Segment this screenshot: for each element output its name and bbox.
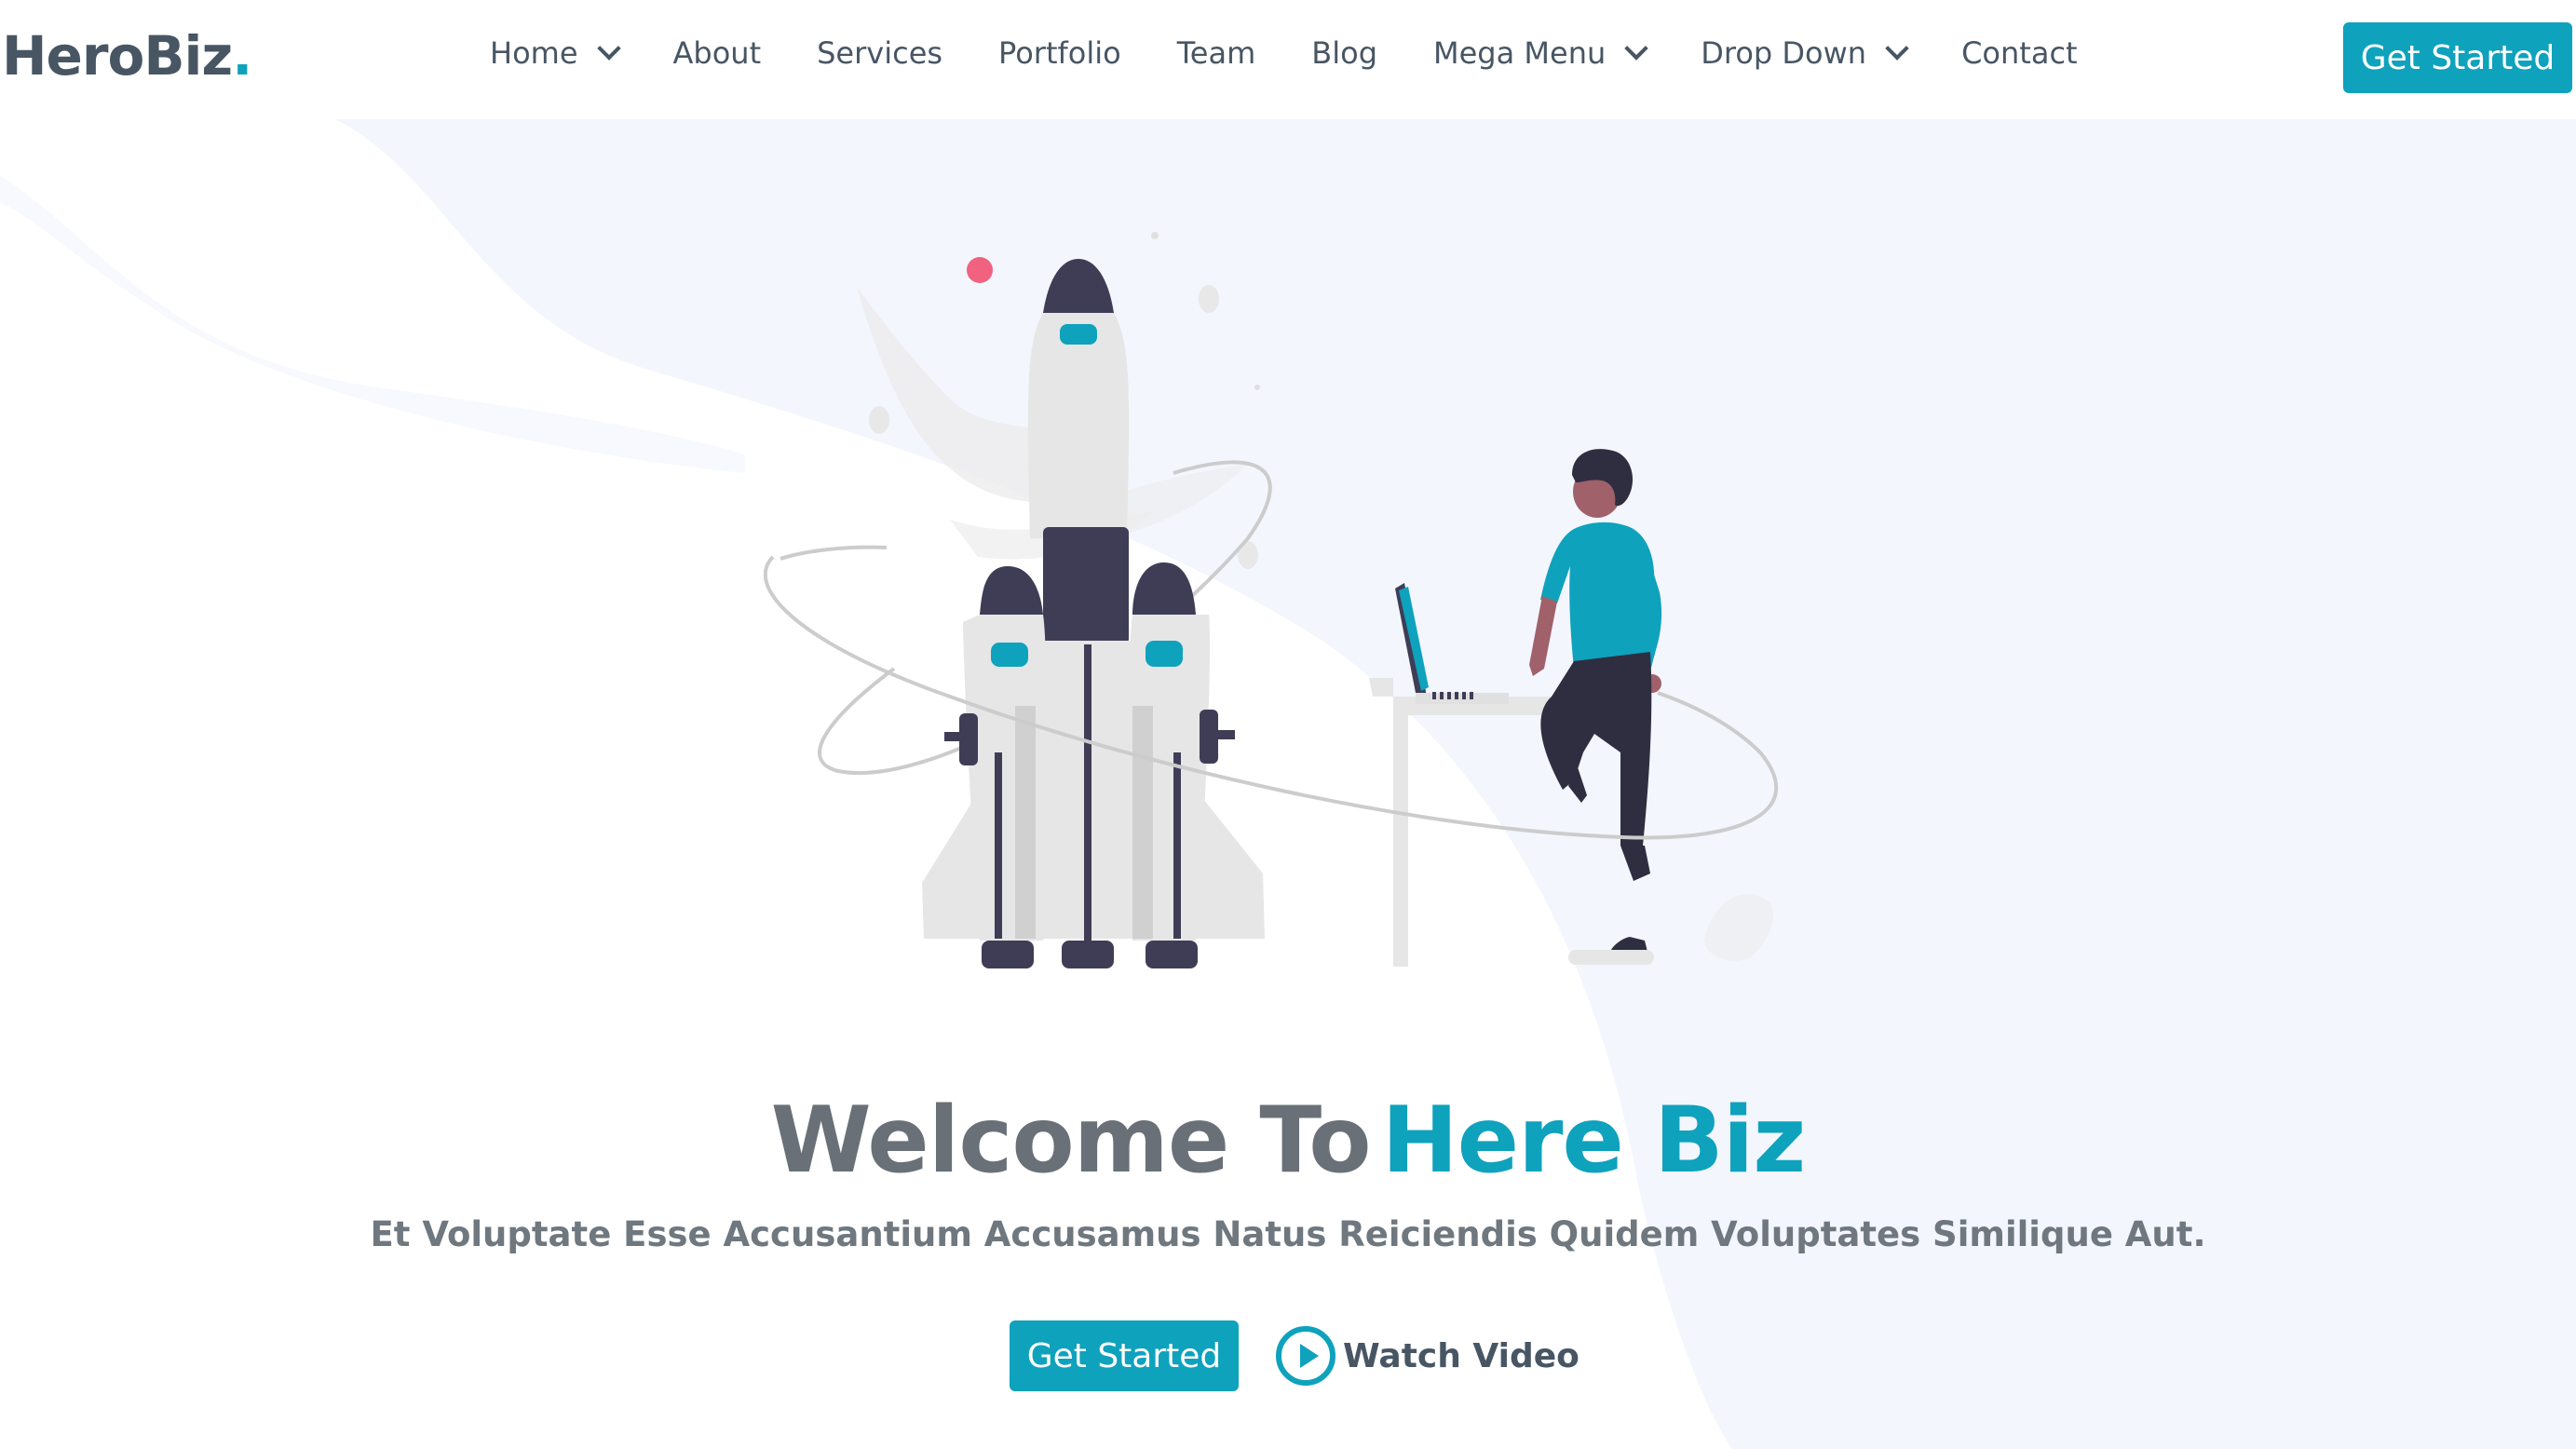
header-get-started-button[interactable]: Get Started [2343,22,2572,93]
nav-item-portfolio[interactable]: Portfolio [998,35,1121,71]
nav-item-drop-down[interactable]: Drop Down [1701,35,1909,71]
brand-name: HeroBiz [2,24,233,88]
nav-item-contact[interactable]: Contact [1961,35,2078,71]
nav-item-services[interactable]: Services [817,35,942,71]
rocket-illustration [764,232,1779,968]
nav-item-label: Mega Menu [1433,35,1607,71]
site-header: HeroBiz. Home About Services Portfolio T… [0,0,2576,119]
hero-get-started-button[interactable]: Get Started [1010,1320,1239,1391]
nav-item-blog[interactable]: Blog [1311,35,1377,71]
play-circle-icon [1276,1326,1335,1386]
hero-title-part1: Welcome To [770,1088,1372,1194]
chevron-down-icon [596,36,621,61]
nav-item-about[interactable]: About [673,35,762,71]
nav-item-team[interactable]: Team [1177,35,1256,71]
nav-item-label: Blog [1311,35,1377,71]
nav-item-label: Services [817,35,943,71]
chevron-down-icon [1885,36,1909,61]
brand-logo[interactable]: HeroBiz. [2,24,252,88]
nav-item-label: Drop Down [1701,35,1867,71]
nav-item-mega-menu[interactable]: Mega Menu [1433,35,1648,71]
nav-item-label: Contact [1961,35,2078,71]
hero-title: Welcome To Here Biz [0,1088,2576,1194]
main-nav: Home About Services Portfolio Team Blog … [490,35,2134,71]
nav-item-label: Portfolio [998,35,1121,71]
watch-video-label: Watch Video [1343,1336,1579,1375]
nav-item-home[interactable]: Home [490,35,621,71]
nav-item-label: About [672,35,762,71]
nav-item-label: Team [1176,35,1256,71]
nav-item-label: Home [490,35,578,71]
hero-section: Welcome To Here Biz Et Voluptate Esse Acc… [0,119,2576,1449]
hero-title-part2: Here Biz [1381,1088,1807,1194]
chevron-down-icon [1624,36,1648,61]
watch-video-link[interactable]: Watch Video [1276,1320,1579,1391]
hero-subtitle: Et Voluptate Esse Accusantium Accusamus … [370,1214,2206,1254]
brand-dot: . [232,24,252,88]
